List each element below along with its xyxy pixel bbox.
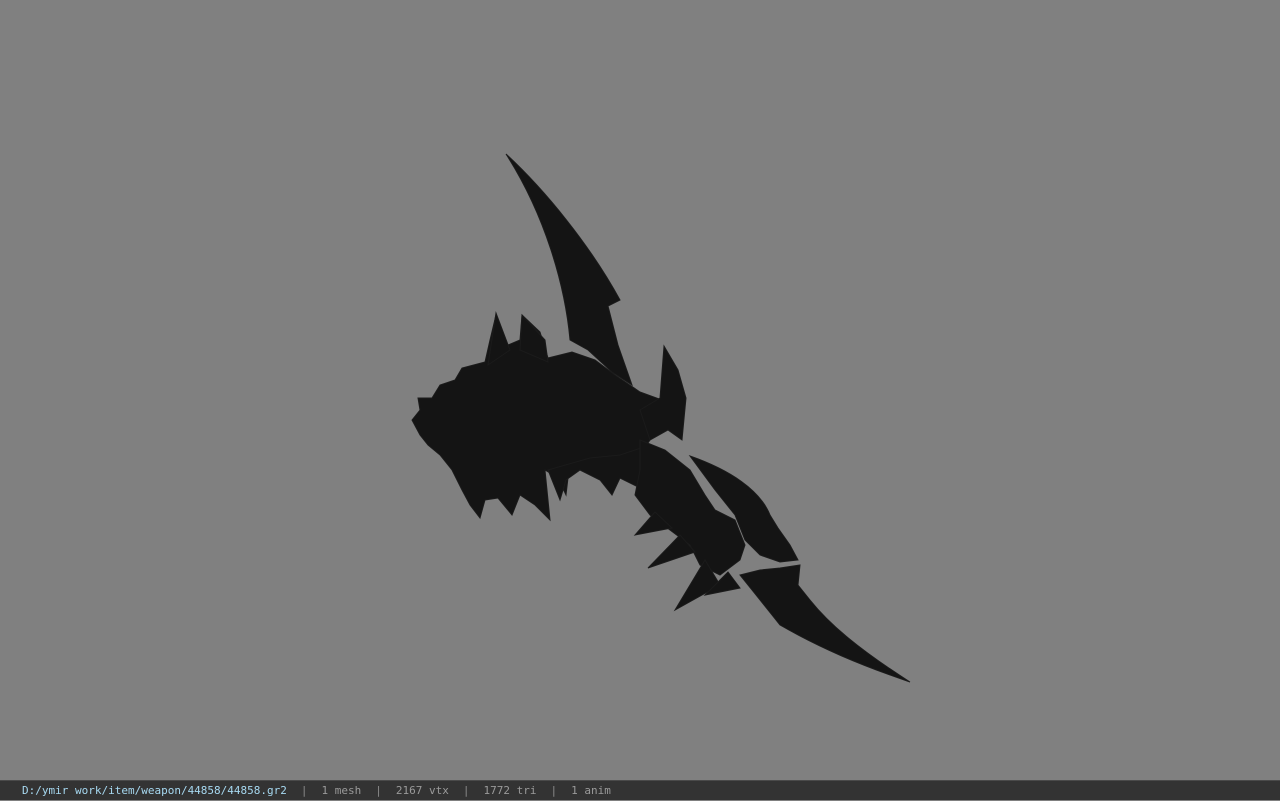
separator: | bbox=[375, 784, 382, 797]
vertex-count: 2167 vtx bbox=[395, 784, 449, 797]
separator: | bbox=[462, 784, 470, 797]
lower-blade bbox=[739, 564, 911, 683]
weapon-model bbox=[411, 153, 911, 683]
mesh-count: 1 mesh bbox=[321, 784, 362, 797]
triangle-count: 1772 tri bbox=[483, 784, 537, 797]
3d-viewport[interactable] bbox=[0, 0, 1280, 780]
file-path: D:/ymir work/item/weapon/44858/44858.gr2 bbox=[22, 784, 287, 797]
hook-spike bbox=[639, 344, 687, 441]
animation-count: 1 anim bbox=[571, 784, 611, 797]
status-bar: D:/ymir work/item/weapon/44858/44858.gr2… bbox=[0, 780, 1280, 800]
separator: | bbox=[550, 784, 558, 797]
separator: | bbox=[300, 784, 308, 797]
